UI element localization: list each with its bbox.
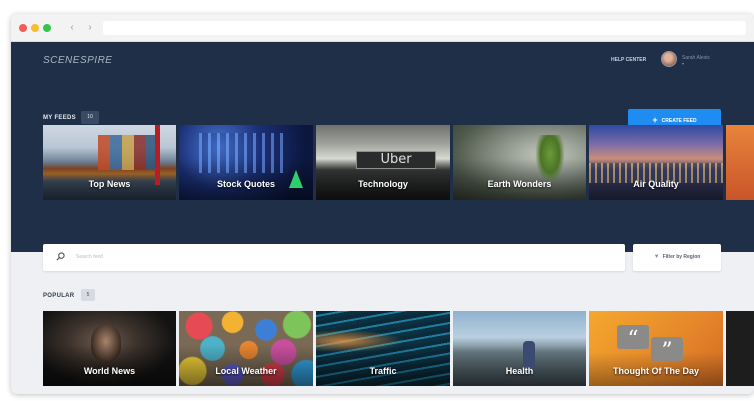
create-feed-label: CREATE FEED xyxy=(661,118,697,124)
city-lights-image xyxy=(199,133,289,173)
filter-label: Filter by Region xyxy=(662,254,701,260)
browser-window: ‹ › SCENESPIRE HELP CENTER Sarah Alexis … xyxy=(11,14,754,394)
popular-tile-label: Traffic xyxy=(369,366,397,376)
feed-tile-label: Top News xyxy=(88,179,131,189)
quote-marks-icon: “ xyxy=(617,325,649,352)
feed-tile-label: Stock Quotes xyxy=(216,179,275,189)
username[interactable]: Sarah Alexis xyxy=(682,55,710,61)
filter-by-region-button[interactable]: ▼ Filter by Region xyxy=(633,244,721,271)
popular-heading: POPULAR xyxy=(43,293,75,299)
popular-tile-traffic[interactable]: Traffic xyxy=(316,311,450,386)
back-arrow-icon[interactable]: ‹ xyxy=(65,21,79,35)
forward-arrow-icon[interactable]: › xyxy=(83,21,97,35)
feed-tile-label: Earth Wonders xyxy=(487,179,552,189)
search-bar[interactable]: Search feed xyxy=(43,244,625,271)
plus-icon: + xyxy=(652,115,658,125)
feed-tile-earth-wonders[interactable]: Earth Wonders xyxy=(453,125,586,200)
feed-tile-top-news[interactable]: Top News xyxy=(43,125,176,200)
popular-count-badge: 5 xyxy=(81,289,95,301)
browser-titlebar: ‹ › xyxy=(11,14,754,42)
shipping-containers-image xyxy=(98,135,158,170)
portrait-image xyxy=(91,325,121,361)
search-icon xyxy=(56,252,65,261)
my-feeds-count-badge: 10 xyxy=(81,111,99,124)
avatar[interactable] xyxy=(661,51,677,67)
close-window-button[interactable] xyxy=(19,24,27,32)
feed-tile-technology[interactable]: Uber Technology xyxy=(316,125,450,200)
feed-tile-label: Air Quality xyxy=(633,179,679,189)
light-trails-image xyxy=(316,321,450,361)
popular-tile-label: Health xyxy=(505,366,534,376)
quote-marks-icon: ” xyxy=(651,337,683,364)
feed-tile-partial[interactable] xyxy=(726,125,754,200)
filter-icon: ▼ xyxy=(653,254,660,260)
help-center-link[interactable]: HELP CENTER xyxy=(611,57,646,63)
popular-tile-label: Local Weather xyxy=(215,366,277,376)
popular-tile-label: World News xyxy=(83,366,136,376)
popular-tile-partial[interactable] xyxy=(726,311,754,386)
uber-sign-image: Uber xyxy=(356,151,436,169)
popular-tile-thought-of-the-day[interactable]: “ ” Thought Of The Day xyxy=(589,311,723,386)
address-bar[interactable] xyxy=(103,21,746,35)
feed-tile-stock-quotes[interactable]: Stock Quotes xyxy=(179,125,313,200)
my-feeds-heading: MY FEEDS xyxy=(43,115,76,121)
minimize-window-button[interactable] xyxy=(31,24,39,32)
feed-tile-label: Technology xyxy=(358,179,408,189)
popular-tile-local-weather[interactable]: Local Weather xyxy=(179,311,313,386)
maximize-window-button[interactable] xyxy=(43,24,51,32)
red-crane-image xyxy=(155,125,160,185)
popular-tile-health[interactable]: Health xyxy=(453,311,586,386)
chevron-down-icon[interactable]: ▾ xyxy=(682,61,684,66)
popular-tile-world-news[interactable]: World News xyxy=(43,311,176,386)
bicycle-rider-image xyxy=(523,341,535,369)
search-input[interactable]: Search feed xyxy=(76,254,103,260)
app-logo[interactable]: SCENESPIRE xyxy=(43,55,112,66)
popular-tile-label: Thought Of The Day xyxy=(613,366,699,376)
feed-tile-air-quality[interactable]: Air Quality xyxy=(589,125,723,200)
green-plant-image xyxy=(535,135,565,183)
